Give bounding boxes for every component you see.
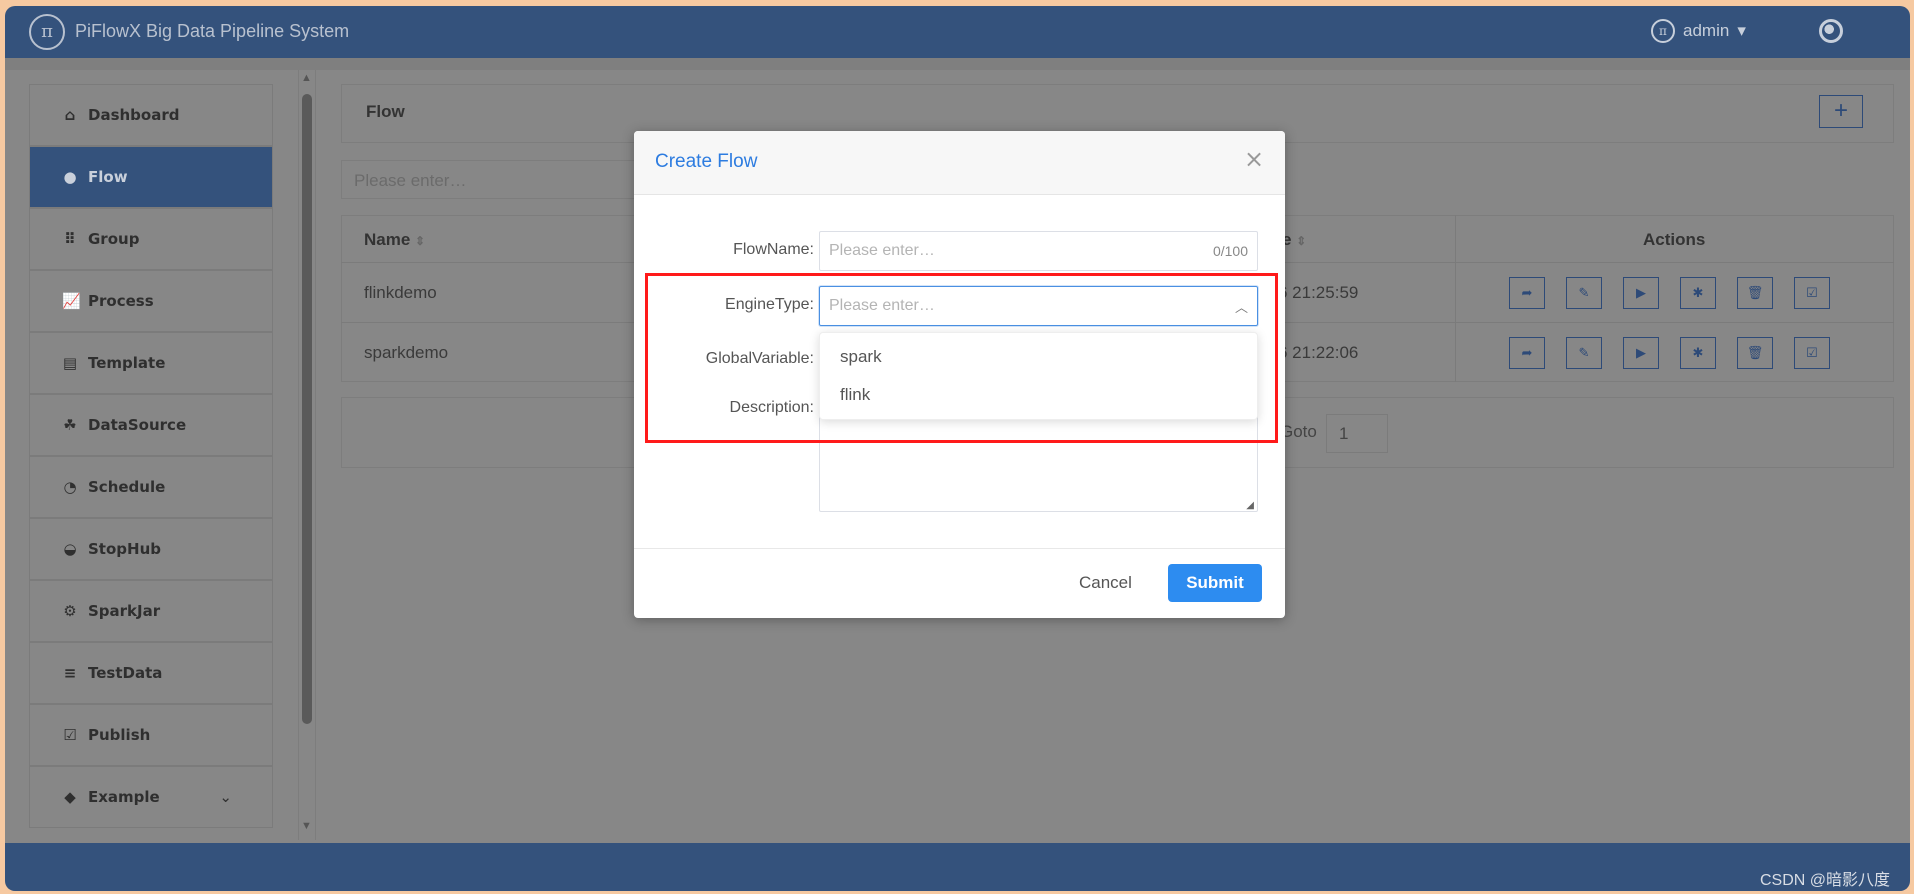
debug-icon[interactable]: ✱ bbox=[1680, 277, 1716, 309]
create-flow-dialog: Create Flow × FlowName: Please enter… 0/… bbox=[634, 131, 1285, 618]
char-counter: 0/100 bbox=[1212, 243, 1248, 259]
sidebar-item-sparkjar[interactable]: ⚙ SparkJar bbox=[29, 580, 273, 642]
publish-icon[interactable]: ☑ bbox=[1794, 337, 1830, 369]
edit-icon[interactable]: ✎ bbox=[1566, 277, 1602, 309]
sidebar-item-stophub[interactable]: ◒ StopHub bbox=[29, 518, 273, 580]
sidebar-item-dashboard[interactable]: ⌂ Dashboard bbox=[29, 84, 273, 146]
cube-icon: ◆ bbox=[64, 788, 76, 806]
sidebar-item-process[interactable]: 📈 Process bbox=[29, 270, 273, 332]
chevron-down-icon: ⌄ bbox=[219, 788, 232, 806]
page-title: Flow bbox=[366, 102, 405, 121]
clock-icon: ◔ bbox=[63, 478, 77, 496]
create-time-cell: 6 21:22:06 bbox=[1278, 343, 1359, 362]
caret-down-icon: ▾ bbox=[1737, 21, 1746, 40]
edit-icon[interactable]: ✎ bbox=[1566, 337, 1602, 369]
sidebar-item-label: Dashboard bbox=[88, 106, 180, 124]
gauge-icon: ◒ bbox=[63, 540, 77, 558]
sidebar-item-label: Schedule bbox=[88, 478, 166, 496]
run-icon[interactable]: ▶ bbox=[1623, 277, 1659, 309]
delete-icon[interactable]: 🗑 bbox=[1737, 337, 1773, 369]
app-logo: π bbox=[29, 14, 65, 50]
add-flow-button[interactable]: + bbox=[1819, 95, 1863, 128]
user-avatar-icon: π bbox=[1651, 19, 1675, 43]
create-time-cell: 6 21:25:59 bbox=[1278, 283, 1359, 302]
gear-icon: ⚙ bbox=[63, 602, 77, 620]
datasource-icon: ☘ bbox=[63, 416, 77, 434]
sort-icon: ⇕ bbox=[415, 234, 426, 248]
sidebar-item-label: Flow bbox=[88, 168, 128, 186]
sidebar-item-label: StopHub bbox=[88, 540, 161, 558]
sidebar-item-testdata[interactable]: ≡ TestData bbox=[29, 642, 273, 704]
username: admin bbox=[1683, 21, 1730, 40]
app-title: PiFlowX Big Data Pipeline System bbox=[75, 21, 350, 41]
sidebar-item-label: TestData bbox=[88, 664, 163, 682]
flow-icon: ● bbox=[63, 168, 77, 186]
cancel-button[interactable]: Cancel bbox=[1079, 573, 1132, 593]
sidebar-item-label: Example bbox=[88, 788, 160, 806]
user-menu[interactable]: π admin ▾ bbox=[1651, 19, 1746, 43]
home-icon: ⌂ bbox=[64, 106, 76, 124]
sidebar-item-example[interactable]: ◆ Example ⌄ bbox=[29, 766, 273, 828]
sidebar-item-datasource[interactable]: ☘ DataSource bbox=[29, 394, 273, 456]
dialog-title: Create Flow bbox=[655, 151, 758, 172]
grid-icon: ⠿ bbox=[64, 230, 76, 248]
close-icon[interactable]: × bbox=[1244, 145, 1264, 173]
sidebar-item-template[interactable]: ▤ Template bbox=[29, 332, 273, 394]
column-header-time[interactable]: e ⇕ bbox=[1282, 230, 1306, 250]
document-icon: ▤ bbox=[62, 354, 78, 372]
share-icon[interactable]: ➦ bbox=[1509, 277, 1545, 309]
search-input[interactable]: Please enter… bbox=[341, 160, 641, 199]
watermark: CSDN @暗影八度 bbox=[1760, 872, 1891, 889]
chart-icon: 📈 bbox=[62, 292, 81, 310]
publish-icon[interactable]: ☑ bbox=[1794, 277, 1830, 309]
flow-name-cell[interactable]: flinkdemo bbox=[364, 283, 437, 303]
app-header: π PiFlowX Big Data Pipeline System π adm… bbox=[5, 6, 1910, 58]
lines-icon: ≡ bbox=[63, 664, 77, 682]
debug-icon[interactable]: ✱ bbox=[1680, 337, 1716, 369]
sidebar-item-label: Publish bbox=[88, 726, 151, 744]
sidebar-item-label: DataSource bbox=[88, 416, 187, 434]
check-square-icon: ☑ bbox=[63, 726, 77, 744]
run-icon[interactable]: ▶ bbox=[1623, 337, 1659, 369]
scrollbar-thumb[interactable] bbox=[302, 94, 312, 724]
scroll-down-icon[interactable]: ▼ bbox=[301, 820, 312, 832]
delete-icon[interactable]: 🗑 bbox=[1737, 277, 1773, 309]
highlight-box bbox=[645, 273, 1278, 443]
sidebar-item-label: Process bbox=[88, 292, 154, 310]
flowname-label: FlowName: bbox=[733, 241, 814, 258]
sidebar-item-flow[interactable]: ● Flow bbox=[29, 146, 273, 208]
app-footer bbox=[5, 843, 1910, 891]
share-icon[interactable]: ➦ bbox=[1509, 337, 1545, 369]
sidebar-item-publish[interactable]: ☑ Publish bbox=[29, 704, 273, 766]
flow-name-cell[interactable]: sparkdemo bbox=[364, 343, 448, 363]
sidebar-item-label: SparkJar bbox=[88, 602, 161, 620]
sidebar-item-label: Group bbox=[88, 230, 140, 248]
sort-icon: ⇕ bbox=[1296, 234, 1307, 248]
goto-label: Goto bbox=[1280, 422, 1317, 441]
flowname-input[interactable]: Please enter… 0/100 bbox=[819, 231, 1258, 271]
goto-page-input[interactable]: 1 bbox=[1326, 414, 1388, 453]
language-globe-icon[interactable] bbox=[1819, 19, 1843, 43]
scroll-up-icon[interactable]: ▲ bbox=[301, 72, 312, 84]
sidebar-item-label: Template bbox=[88, 354, 166, 372]
column-header-actions: Actions bbox=[1643, 230, 1706, 249]
submit-button[interactable]: Submit bbox=[1168, 564, 1262, 602]
sidebar-item-group[interactable]: ⠿ Group bbox=[29, 208, 273, 270]
sidebar-item-schedule[interactable]: ◔ Schedule bbox=[29, 456, 273, 518]
column-header-name[interactable]: Name ⇕ bbox=[364, 230, 425, 250]
resize-handle-icon: ◢ bbox=[1246, 500, 1254, 511]
flowname-placeholder: Please enter… bbox=[829, 242, 935, 259]
dialog-footer-divider bbox=[634, 548, 1285, 549]
